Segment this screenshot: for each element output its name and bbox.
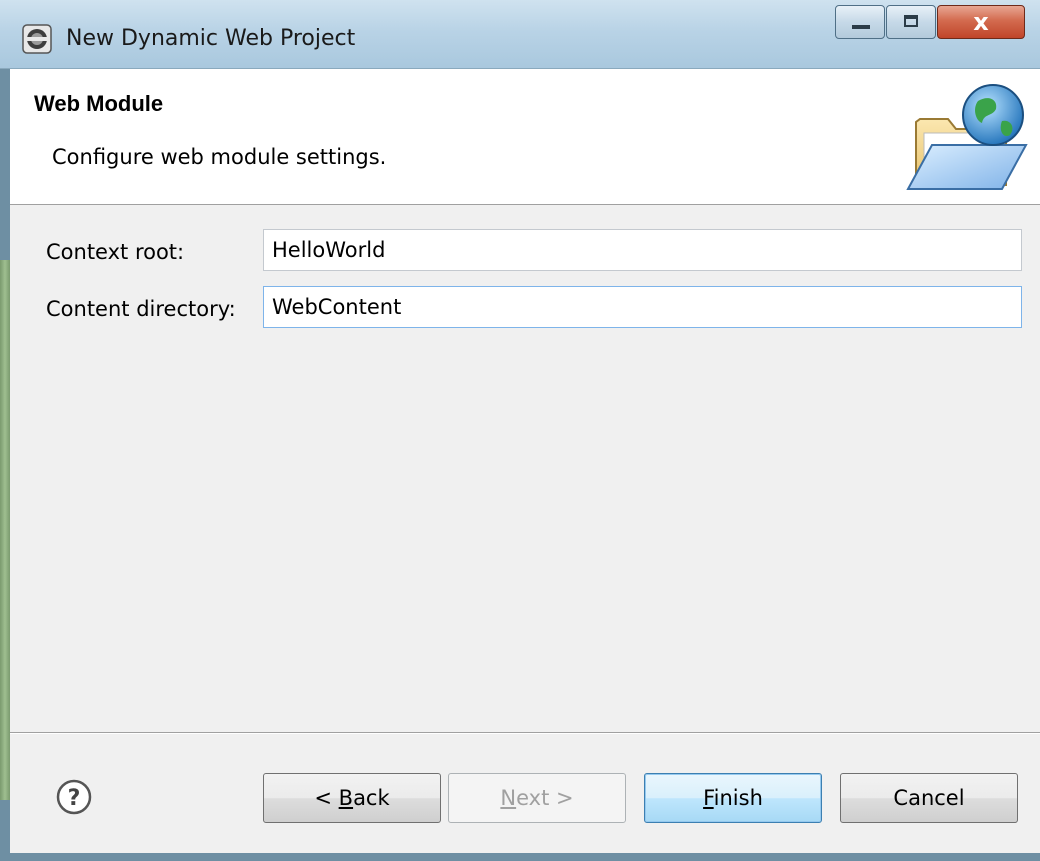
close-icon: x [973,8,989,36]
finish-button-rest: inish [713,786,763,810]
footer-separator [10,732,1040,734]
back-button-rest: ack [353,786,390,810]
finish-button-mnemonic: F [703,786,714,810]
next-button-rest: ext > [516,786,574,810]
help-icon[interactable]: ? [56,779,92,815]
cancel-button-label: Cancel [893,786,965,810]
window-edge-accent [0,260,10,800]
page-title: Web Module [34,91,164,116]
window-title: New Dynamic Web Project [66,26,356,51]
wizard-header: Web Module Configure web module settings… [10,69,1040,205]
svg-text:?: ? [68,786,81,811]
page-description: Configure web module settings. [52,145,387,169]
maximize-icon [904,15,918,27]
back-button-mnemonic: B [338,786,354,810]
next-button[interactable]: Next > [448,773,626,823]
content-directory-label: Content directory: [46,297,236,321]
eclipse-app-icon [22,24,52,54]
maximize-button[interactable] [886,5,936,39]
cancel-button[interactable]: Cancel [840,773,1018,823]
context-root-label: Context root: [46,240,185,264]
finish-button[interactable]: Finish [644,773,822,823]
folder-globe-icon [906,84,1028,190]
back-button-prefix: < [314,786,339,810]
minimize-button[interactable] [835,5,885,39]
next-button-mnemonic: N [500,786,517,810]
title-bar[interactable]: New Dynamic Web Project x [0,0,1040,69]
close-button[interactable]: x [937,5,1025,39]
minimize-icon [852,25,870,29]
back-button[interactable]: < Back [263,773,441,823]
content-directory-input[interactable] [263,286,1022,328]
context-root-input[interactable] [263,229,1022,271]
